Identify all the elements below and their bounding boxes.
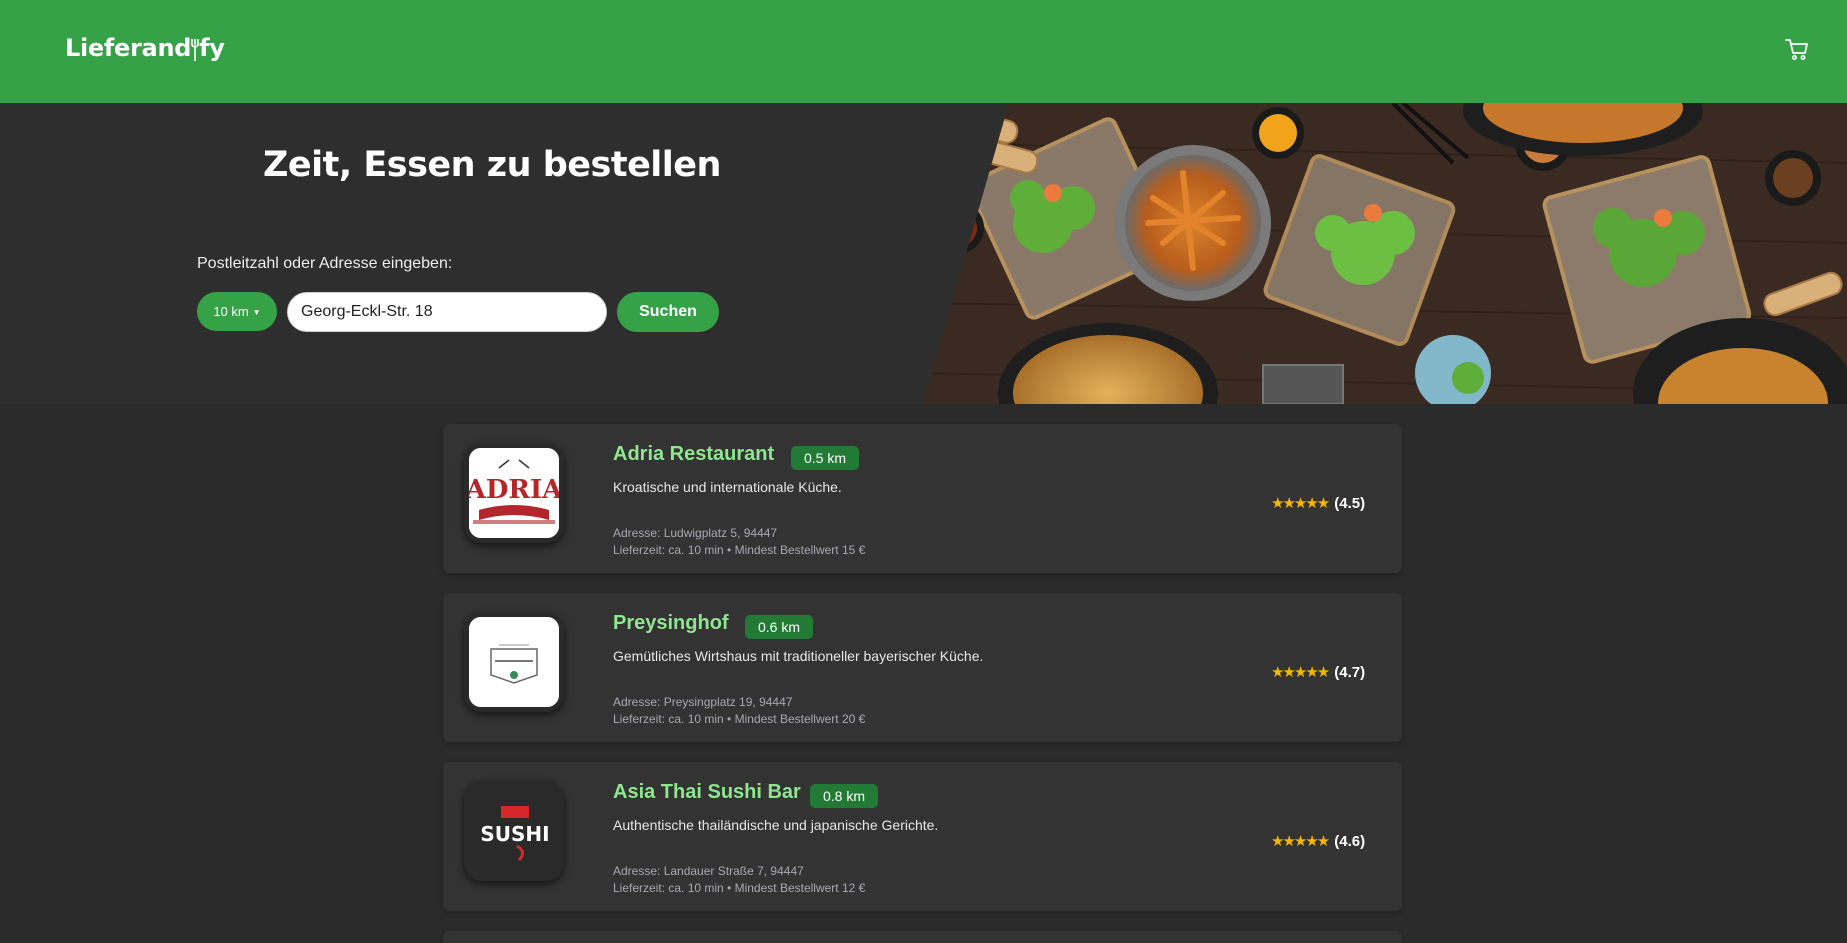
star-rating-icon: ★★★★★ [1271, 495, 1330, 512]
hero-section: Zeit, Essen zu bestellen Postleitzahl od… [0, 103, 1847, 404]
search-button[interactable]: Suchen [617, 292, 719, 332]
rating: ★★★★★ (4.6) [1271, 832, 1366, 851]
rating: ★★★★★ (4.7) [1271, 663, 1366, 682]
rating-score: (4.6) [1334, 832, 1366, 850]
food-banner-image [923, 103, 1847, 404]
delivery-info: Lieferzeit: ca. 10 min • Mindest Bestell… [613, 543, 866, 557]
top-navigation-bar: Lieferand fy [0, 0, 1847, 103]
distance-badge: 0.8 km [810, 784, 879, 808]
restaurant-card[interactable]: SUSHI Asia Thai Sushi Bar 0.8 km Authent… [443, 762, 1402, 911]
hero-title: Zeit, Essen zu bestellen [263, 145, 721, 185]
restaurant-name[interactable]: Asia Thai Sushi Bar [613, 781, 801, 804]
asia-thai-sushi-logo: SUSHI [469, 786, 559, 876]
restaurant-address: Adresse: Preysingplatz 19, 94447 [613, 695, 793, 709]
distance-badge: 0.6 km [745, 615, 814, 639]
caret-down-icon: ▼ [252, 307, 261, 317]
cart-icon[interactable] [1784, 36, 1810, 62]
radius-dropdown[interactable]: 10 km ▼ [197, 292, 277, 331]
restaurant-description: Gemütliches Wirtshaus mit traditioneller… [613, 648, 984, 664]
restaurant-logo-frame: SUSHI [464, 781, 564, 881]
radius-value: 10 km [213, 304, 249, 319]
restaurant-description: Authentische thailändische und japanisch… [613, 817, 939, 833]
preysinghof-logo [469, 617, 559, 707]
restaurant-logo-frame [464, 612, 564, 712]
address-input[interactable] [287, 292, 607, 332]
restaurant-name[interactable]: Preysinghof [613, 612, 729, 635]
restaurant-card[interactable]: ADRIA Adria Restaurant 0.5 km Kroatische… [443, 424, 1402, 573]
restaurant-name[interactable]: Adria Restaurant [613, 443, 774, 466]
svg-text:SUSHI: SUSHI [480, 822, 549, 846]
restaurant-address: Adresse: Landauer Straße 7, 94447 [613, 864, 804, 878]
rating: ★★★★★ (4.5) [1271, 494, 1366, 513]
logo-text-left: Lieferand [65, 34, 192, 62]
adria-logo: ADRIA [469, 448, 559, 538]
restaurant-description: Kroatische und internationale Küche. [613, 479, 842, 495]
address-label: Postleitzahl oder Adresse eingeben: [197, 255, 453, 272]
brand-logo[interactable]: Lieferand fy [65, 34, 225, 62]
star-rating-icon: ★★★★★ [1271, 664, 1330, 681]
delivery-info: Lieferzeit: ca. 10 min • Mindest Bestell… [613, 881, 866, 895]
delivery-info: Lieferzeit: ca. 10 min • Mindest Bestell… [613, 712, 866, 726]
restaurant-logo-frame: ADRIA [464, 443, 564, 543]
distance-badge: 0.5 km [791, 446, 860, 470]
rating-score: (4.7) [1334, 663, 1366, 681]
svg-text:ADRIA: ADRIA [469, 475, 559, 505]
rating-score: (4.5) [1334, 494, 1366, 512]
restaurant-card[interactable] [443, 931, 1402, 943]
logo-text-right: fy [199, 34, 225, 62]
restaurant-card[interactable]: Preysinghof 0.6 km Gemütliches Wirtshaus… [443, 593, 1402, 742]
star-rating-icon: ★★★★★ [1271, 833, 1330, 850]
restaurant-address: Adresse: Ludwigplatz 5, 94447 [613, 526, 778, 540]
